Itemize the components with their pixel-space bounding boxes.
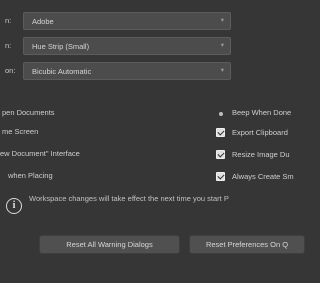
- option-label-beep-when-done[interactable]: Beep When Done: [232, 108, 291, 117]
- ui-dropdown-row: n: Hue Strip (Small) ▾: [0, 37, 305, 57]
- hdr-color-picker-select[interactable]: Hue Strip (Small) ▾: [23, 37, 231, 55]
- ui-dropdown-row: on: Bicubic Automatic ▾: [0, 62, 305, 82]
- workspace-notice-text: Workspace changes will take effect the n…: [29, 194, 229, 203]
- chevron-down-icon: ▾: [220, 17, 224, 24]
- reset-preferences-on-quit-button[interactable]: Reset Preferences On Q: [189, 235, 305, 254]
- interpolation-value: Bicubic Automatic: [32, 67, 92, 76]
- option-label-home-screen[interactable]: me Screen: [2, 127, 38, 136]
- option-label-export-clipboard[interactable]: Export Clipboard: [232, 128, 288, 137]
- chevron-down-icon: ▾: [220, 67, 224, 74]
- export-clipboard-checkbox[interactable]: [216, 128, 225, 137]
- option-label-new-document-interface[interactable]: ew Document" Interface: [0, 149, 80, 158]
- resize-image-checkbox[interactable]: [216, 150, 225, 159]
- color-picker-value: Adobe: [32, 17, 54, 26]
- interpolation-select[interactable]: Bicubic Automatic ▾: [23, 62, 231, 80]
- ui-dropdown-label: n:: [5, 41, 12, 50]
- beep-when-done-checkbox[interactable]: [219, 112, 223, 116]
- reset-all-warning-dialogs-button[interactable]: Reset All Warning Dialogs: [39, 235, 180, 254]
- color-picker-select[interactable]: Adobe ▾: [23, 12, 231, 30]
- preferences-panel: n: Adobe ▾ n: Hue Strip (Small) ▾ on: Bi…: [0, 0, 305, 283]
- hdr-color-picker-value: Hue Strip (Small): [32, 42, 90, 51]
- always-create-checkbox[interactable]: [216, 172, 225, 181]
- chevron-down-icon: ▾: [220, 42, 224, 49]
- ui-dropdown-row: n: Adobe ▾: [0, 12, 305, 32]
- ui-dropdown-label: on:: [5, 66, 16, 75]
- ui-dropdown-label: n:: [5, 16, 12, 25]
- option-label-always-create[interactable]: Always Create Sm: [232, 172, 294, 181]
- option-label-resize-image[interactable]: Resize Image Du: [232, 150, 290, 159]
- option-label-when-placing[interactable]: when Placing: [8, 171, 53, 180]
- option-label-open-documents[interactable]: pen Documents: [2, 108, 55, 117]
- info-icon: i: [6, 198, 22, 214]
